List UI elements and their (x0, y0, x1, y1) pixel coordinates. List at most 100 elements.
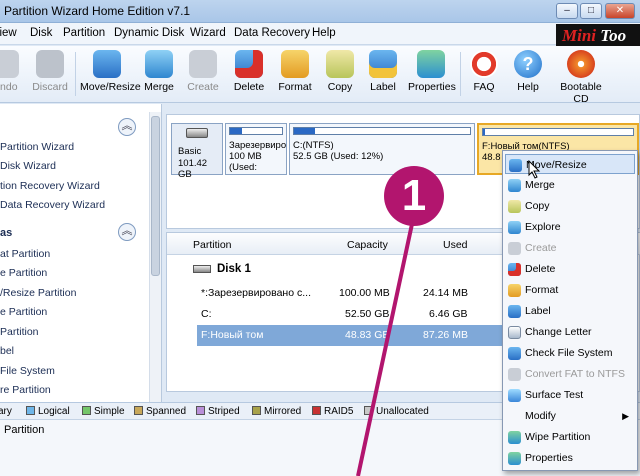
properties-icon (508, 452, 521, 465)
properties-icon (417, 50, 445, 78)
op-merge-partition[interactable]: e Partition (0, 306, 47, 318)
partition-info: 100 MB (Used: (229, 151, 262, 173)
properties-label: Properties (408, 81, 456, 93)
menu-modify[interactable]: Modify ▶ (505, 406, 635, 426)
menu-convert-fat-ntfs[interactable]: Convert FAT to NTFS (505, 364, 635, 384)
explore-icon (508, 221, 521, 234)
op-copy-partition[interactable]: Partition (0, 326, 39, 338)
menu-change-letter[interactable]: Change Letter (505, 322, 635, 342)
menu-partition[interactable]: Partition (63, 27, 105, 39)
scrollbar-thumb[interactable] (151, 116, 160, 276)
disk-size: 101.42 GB (178, 158, 208, 180)
label-button[interactable]: Label (368, 50, 398, 100)
close-button[interactable]: ✕ (605, 3, 635, 19)
create-label: Create (187, 81, 219, 93)
merge-button[interactable]: Merge (142, 50, 176, 100)
menu-wipe-partition[interactable]: Wipe Partition (505, 427, 635, 447)
partition-title: C:(NTFS) (293, 140, 334, 151)
data-recovery-wizard-link[interactable]: Data Recovery Wizard (0, 199, 105, 211)
menu-data-recovery[interactable]: Data Recovery (234, 27, 310, 39)
menu-merge[interactable]: Merge (505, 175, 635, 195)
legend-label: Logical (38, 406, 70, 417)
format-button[interactable]: Format (277, 50, 313, 100)
col-used[interactable]: Used (443, 239, 468, 251)
copy-button[interactable]: Copy (324, 50, 356, 100)
op-label[interactable]: bel (0, 345, 14, 357)
collapse-wizards-button[interactable]: ︽ (118, 118, 136, 136)
partition-block-reserved[interactable]: Зарезервиро 100 MB (Used: (225, 123, 287, 175)
legend-spanned: Spanned (134, 406, 186, 417)
disk-1-summary[interactable]: Basic 101.42 GB (171, 123, 223, 180)
maximize-button[interactable]: □ (580, 3, 602, 19)
help-label: Help (517, 81, 539, 93)
move-resize-label: Move/Resize (80, 81, 141, 93)
label-icon (508, 305, 521, 318)
legend-label: Mirrored (264, 406, 302, 417)
menu-label-item[interactable]: Label (505, 301, 635, 321)
menu-disk[interactable]: Disk (30, 27, 52, 39)
discard-button[interactable]: Discard (30, 50, 70, 100)
menu-label: Modify (525, 410, 556, 422)
bootable-cd-button[interactable]: Bootable CD (554, 50, 608, 105)
legend-label: Striped (208, 406, 240, 417)
help-icon: ? (514, 50, 542, 78)
format-icon (508, 284, 521, 297)
col-partition[interactable]: Partition (193, 239, 232, 251)
toolbar-separator (460, 52, 461, 96)
menu-delete[interactable]: Delete (505, 259, 635, 279)
create-button[interactable]: Create (186, 50, 220, 100)
legend-label: Simple (94, 406, 125, 417)
legend-primary: ary (0, 406, 12, 417)
op-explore-partition[interactable]: re Partition (0, 384, 51, 396)
help-button[interactable]: ? Help (514, 50, 542, 100)
faq-label: FAQ (473, 81, 495, 93)
menu-properties[interactable]: Properties (505, 448, 635, 468)
left-panel: ︽ Partition Wizard Disk Wizard tion Reco… (0, 104, 162, 402)
faq-button[interactable]: FAQ (470, 50, 498, 100)
delete-button[interactable]: Delete (232, 50, 266, 100)
cell-name: F:Новый том (201, 329, 264, 341)
submenu-arrow-icon: ▶ (622, 411, 629, 421)
menu-help[interactable]: Help (312, 27, 336, 39)
minimize-button[interactable]: – (556, 3, 578, 19)
legend-label: ary (0, 406, 12, 417)
discard-icon (36, 50, 64, 78)
usage-bar (482, 128, 634, 136)
menu-label: Change Letter (525, 326, 592, 338)
op-check-file-system[interactable]: File System (0, 365, 55, 377)
properties-button[interactable]: Properties (408, 50, 456, 100)
menu-view[interactable]: View (0, 27, 17, 39)
undo-button[interactable]: Undo (0, 50, 22, 100)
menu-copy[interactable]: Copy (505, 196, 635, 216)
move-resize-button[interactable]: Move/Resize (80, 50, 141, 100)
partition-wizard-link[interactable]: Partition Wizard (0, 141, 74, 153)
bootable-cd-icon (567, 50, 595, 78)
menu-move-resize[interactable]: Move/Resize (505, 154, 635, 174)
partition-title: Зарезервиро (229, 140, 287, 151)
menu-wizard[interactable]: Wizard (190, 27, 226, 39)
menu-label: Properties (525, 452, 573, 464)
op-delete-partition[interactable]: e Partition (0, 267, 47, 279)
toolbar: Undo Discard Move/Resize Merge Create De… (0, 46, 640, 105)
usage-bar (229, 127, 283, 135)
menu-explore[interactable]: Explore (505, 217, 635, 237)
partition-block-c[interactable]: C:(NTFS) 52.5 GB (Used: 12%) (289, 123, 475, 175)
bootable-cd-label: Bootable CD (560, 81, 602, 105)
faq-icon (470, 50, 498, 78)
menu-label: Create (525, 242, 557, 254)
label-icon (369, 50, 397, 78)
legend-simple: Simple (82, 406, 125, 417)
delete-label: Delete (233, 81, 265, 93)
partition-recovery-wizard-link[interactable]: tion Recovery Wizard (0, 180, 100, 192)
menu-create[interactable]: Create (505, 238, 635, 258)
disk-wizard-link[interactable]: Disk Wizard (0, 160, 56, 172)
op-format-partition[interactable]: at Partition (0, 248, 50, 260)
menu-check-file-system[interactable]: Check File System (505, 343, 635, 363)
menu-dynamic-disk[interactable]: Dynamic Disk (114, 27, 184, 39)
collapse-operations-button[interactable]: ︽ (118, 223, 136, 241)
left-panel-scrollbar[interactable] (149, 112, 161, 402)
menu-format[interactable]: Format (505, 280, 635, 300)
menu-surface-test[interactable]: Surface Test (505, 385, 635, 405)
op-move-resize-partition[interactable]: /Resize Partition (0, 287, 76, 299)
hard-disk-icon (186, 128, 208, 138)
